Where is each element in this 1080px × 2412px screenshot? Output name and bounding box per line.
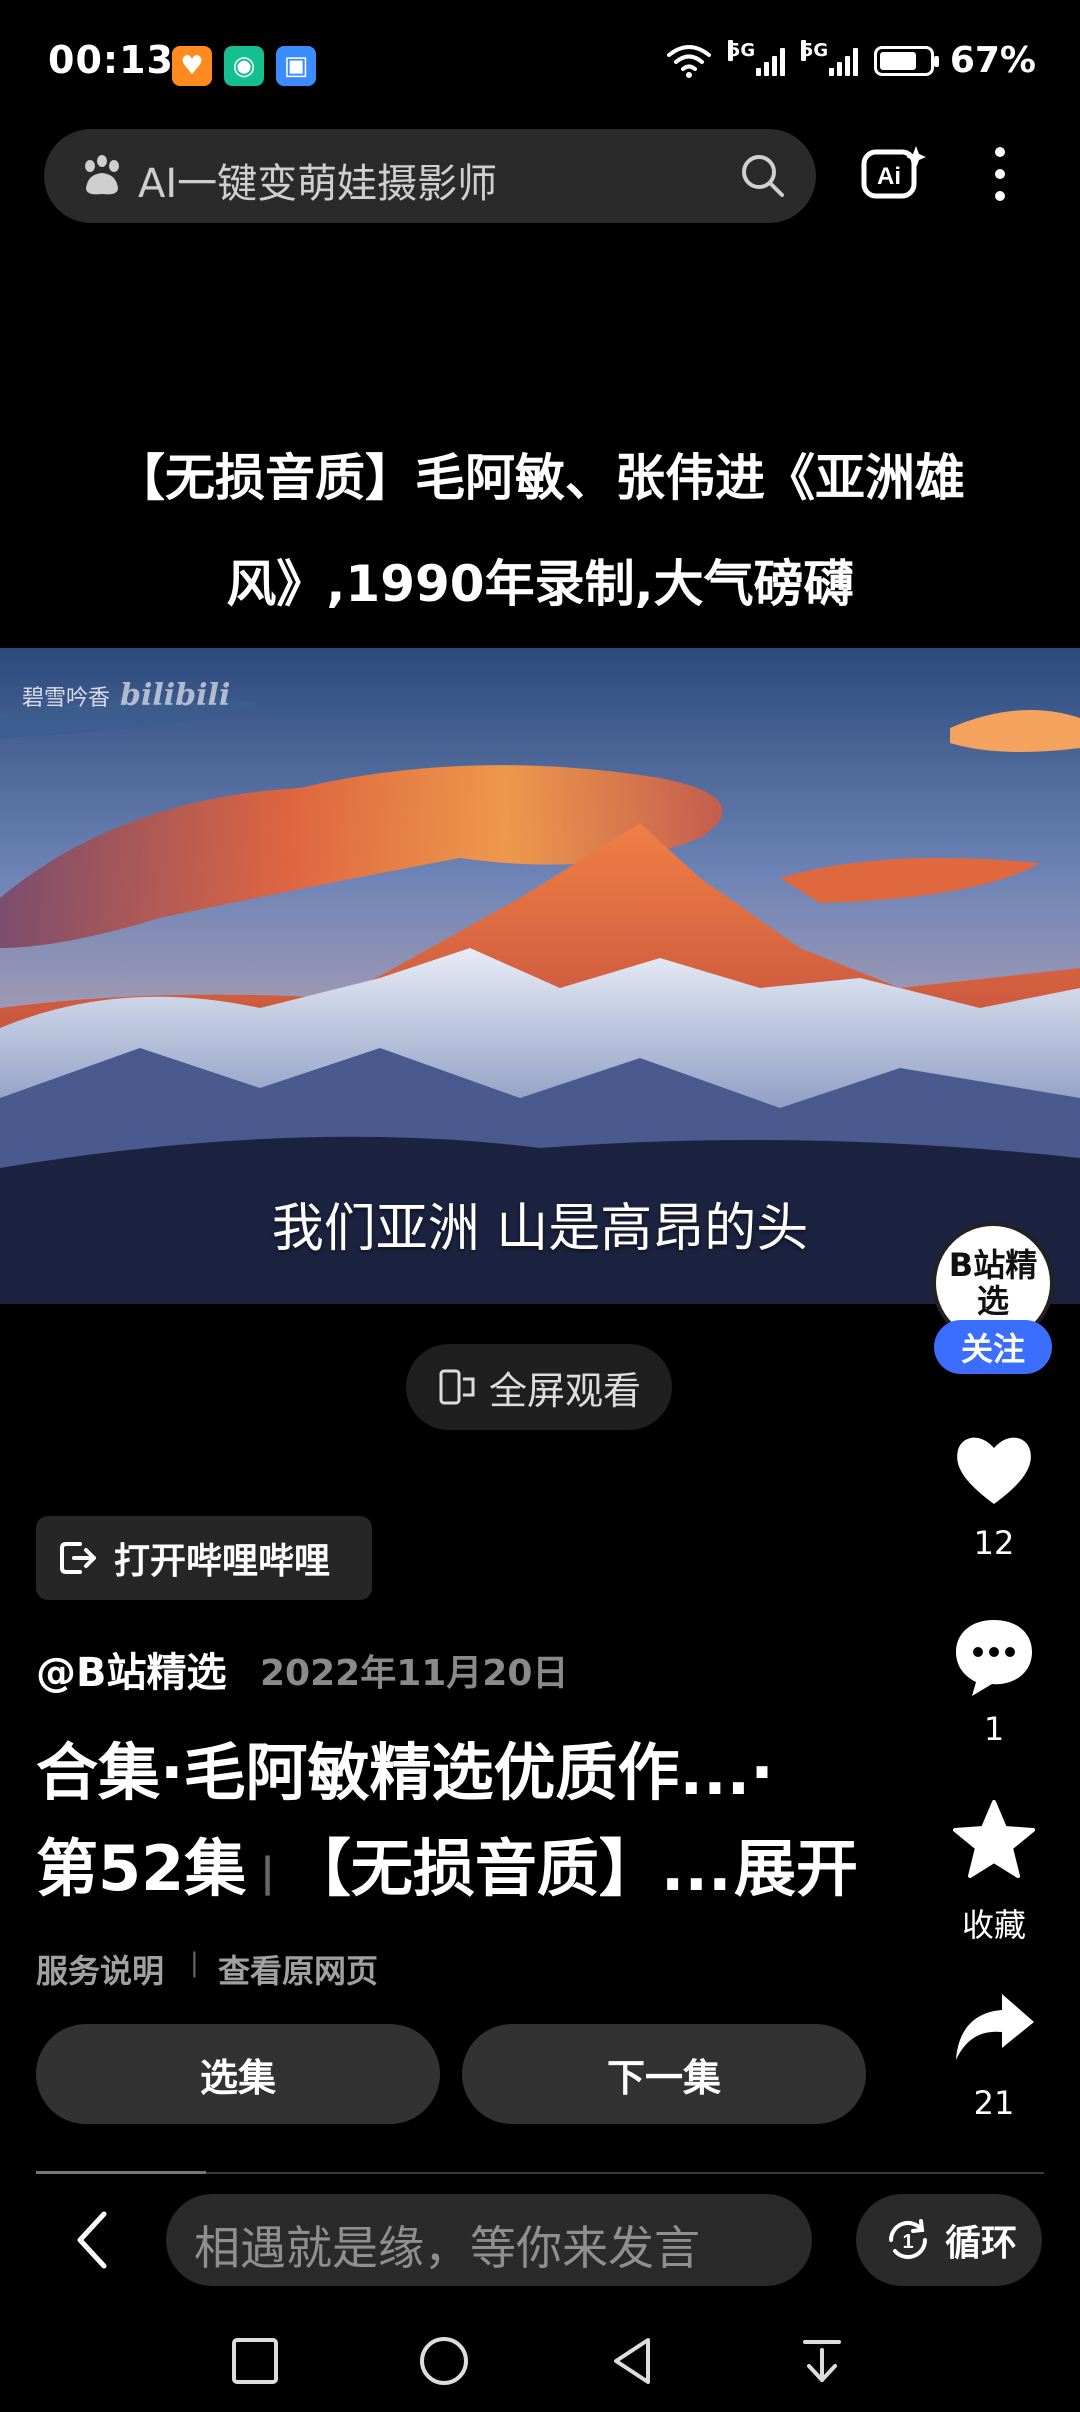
video-subtitle: 我们亚洲 山是高昂的头 (271, 1199, 809, 1259)
more-options-icon[interactable] (980, 140, 1020, 208)
baidu-paw-icon (85, 155, 119, 195)
share-arrow-icon[interactable] (950, 1984, 1038, 2072)
back-chevron-icon[interactable] (68, 2204, 116, 2276)
view-original-page-link[interactable]: 查看原网页 (218, 1946, 378, 1992)
link-separator: | (190, 1948, 199, 1978)
fullscreen-icon (439, 1369, 475, 1405)
loop-icon: 1 (888, 2219, 927, 2260)
description-separator: | (260, 1849, 275, 1896)
status-icons: 5G 5G 67% (666, 39, 1036, 81)
open-app-label: 打开哔哩哔哩 (114, 1541, 331, 1582)
expand-button[interactable]: 展开 (734, 1818, 858, 1908)
share-count: 21 (973, 2084, 1015, 2122)
episodes-button[interactable]: 选集 (36, 2024, 440, 2124)
signal-icon-1: 5G (727, 39, 785, 76)
fullscreen-label: 全屏观看 (488, 1368, 641, 1413)
bilibili-logo: bilibili (120, 678, 231, 713)
notes-app-icon: ▣ (276, 46, 316, 86)
wifi-icon (666, 44, 711, 78)
search-icon[interactable] (738, 151, 788, 201)
status-time: 00:13 (48, 38, 174, 82)
svg-text:1: 1 (902, 2231, 913, 2253)
recent-apps-square-icon[interactable] (220, 2326, 290, 2396)
home-circle-icon[interactable] (409, 2326, 479, 2396)
favorite-label: 收藏 (961, 1906, 1026, 1944)
back-triangle-icon[interactable] (598, 2326, 668, 2396)
like-count: 12 (973, 1524, 1015, 1562)
signal-1-label: 5G (727, 39, 756, 61)
description-line-1[interactable]: 合集·毛阿敏精选优质作...· (36, 1722, 774, 1812)
battery-percent: 67% (949, 40, 1036, 81)
comment-icon[interactable] (950, 1612, 1038, 1700)
signal-icon-2: 5G (800, 39, 858, 76)
watermark-text: 碧雪吟香 (22, 686, 111, 711)
loop-label: 循环 (944, 2223, 1017, 2264)
next-episode-button[interactable]: 下一集 (462, 2024, 866, 2124)
ai-assistant-icon[interactable]: Ai (860, 140, 928, 208)
uploader-name[interactable]: @B站精选 (36, 1640, 227, 1698)
follow-button[interactable]: 关注 (934, 1320, 1052, 1374)
video-watermark: 碧雪吟香 bilibili (22, 678, 230, 713)
open-bilibili-button[interactable]: 打开哔哩哔哩 (36, 1516, 372, 1600)
svg-text:Ai: Ai (877, 163, 901, 190)
favorite-star-icon[interactable] (950, 1796, 1038, 1884)
comment-placeholder: 相遇就是缘，等你来发言 (194, 2221, 700, 2275)
notification-pulldown-icon[interactable] (787, 2326, 857, 2396)
publish-date: 2022年11月20日 (260, 1653, 569, 1694)
video-title: 【无损音质】毛阿敏、张伟进《亚洲雄风》,1990年录制,大气磅礴 (115, 449, 965, 613)
progress-indicator (36, 2171, 206, 2174)
fullscreen-button[interactable]: 全屏观看 (406, 1344, 672, 1430)
battery-icon (873, 45, 939, 76)
loop-button[interactable]: 1 循环 (856, 2194, 1042, 2286)
open-app-icon (60, 1542, 96, 1574)
episode-number: 第52集 (36, 1832, 247, 1905)
service-description-link[interactable]: 服务说明 (36, 1946, 164, 1992)
shield-app-icon: ◉ (224, 46, 264, 86)
episode-title: 【无损音质】... (288, 1832, 732, 1905)
search-bar[interactable]: AI一键变萌娃摄影师 (44, 129, 816, 223)
search-input[interactable]: AI一键变萌娃摄影师 (138, 151, 497, 209)
heart-app-icon: ♥ (172, 46, 212, 86)
comment-count: 1 (983, 1710, 1005, 1748)
like-heart-icon[interactable] (950, 1426, 1038, 1514)
status-bar: 00:13 ♥ ◉ ▣ 5G 5G 67% (0, 0, 1080, 125)
comment-input[interactable]: 相遇就是缘，等你来发言 (166, 2194, 812, 2286)
signal-2-label: 5G (800, 39, 829, 61)
description-line-2[interactable]: 第52集 | 【无损音质】... (36, 1818, 732, 1908)
